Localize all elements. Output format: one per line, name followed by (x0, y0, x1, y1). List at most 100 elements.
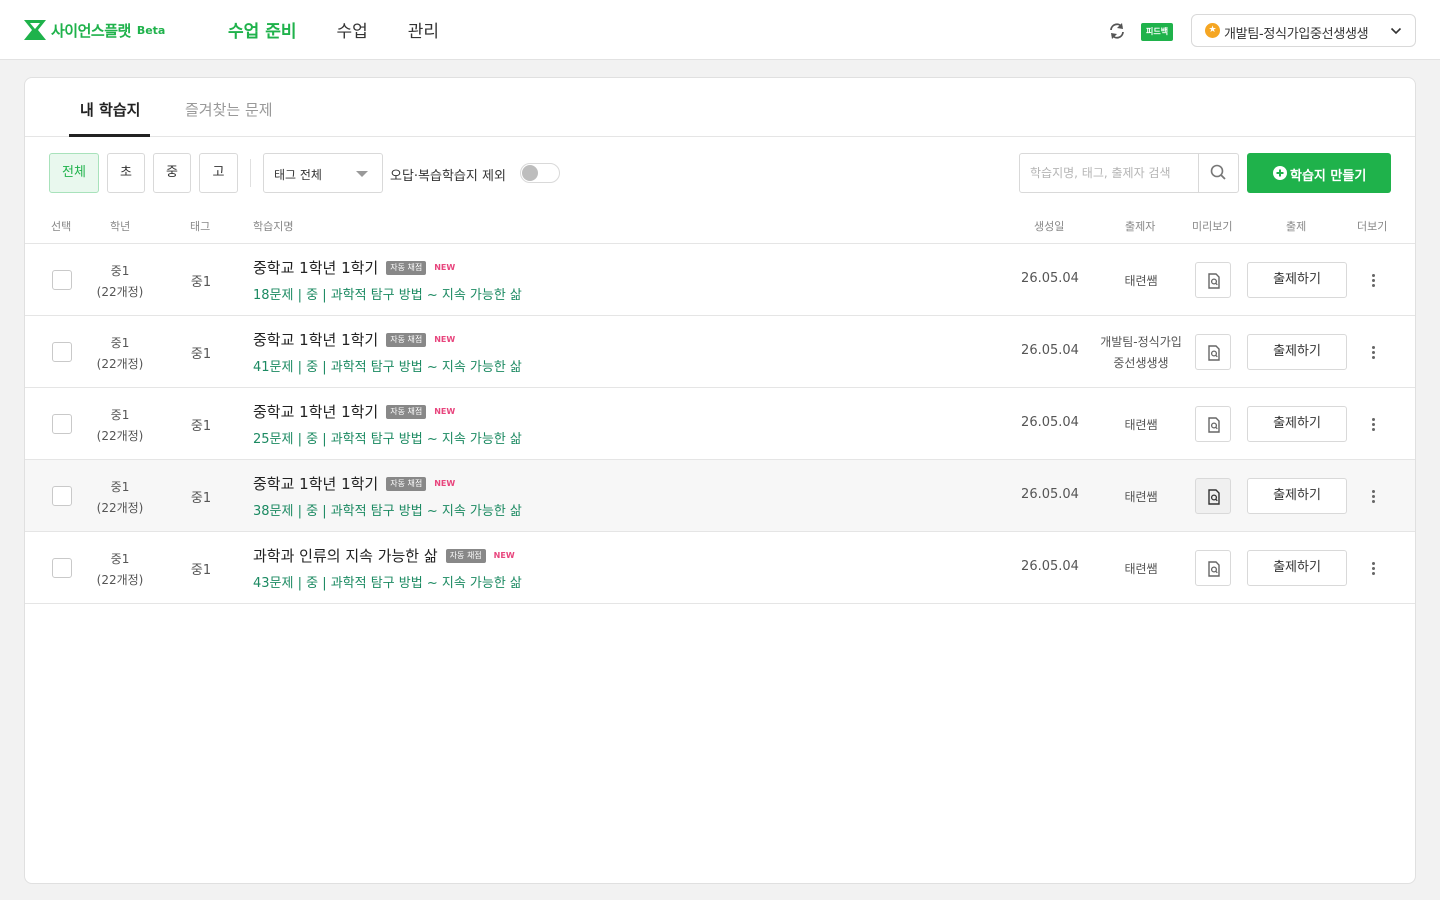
author-cell: 태련쌤 (1091, 415, 1191, 436)
level-filter-all[interactable]: 전체 (49, 153, 99, 193)
grade-curriculum: (22개정) (96, 573, 144, 587)
filter-divider (250, 159, 251, 187)
level-filter-elementary[interactable]: 초 (107, 153, 145, 193)
grade-cell: 중1 (22개정) (80, 333, 160, 375)
create-worksheet-button[interactable]: 학습지 만들기 (1247, 153, 1391, 193)
row-checkbox[interactable] (52, 414, 72, 434)
preview-button[interactable] (1195, 550, 1231, 586)
worksheet-title-line: 중학교 1학년 1학기 자동 채점 NEW (253, 401, 455, 422)
table-row: 중1 (22개정) 중1 중학교 1학년 1학기 자동 채점 NEW 18문제 … (25, 244, 1415, 316)
grade-cell: 중1 (22개정) (80, 405, 160, 447)
row-checkbox[interactable] (52, 270, 72, 290)
star-badge-icon: ★ (1205, 23, 1220, 38)
more-options-icon[interactable] (1363, 270, 1383, 290)
author-name: 태련쌤 (1124, 562, 1158, 576)
grade-curriculum: (22개정) (96, 357, 144, 371)
author-name: 태련쌤 (1124, 490, 1158, 504)
worksheet-description: 41문제 | 중 | 과학적 탐구 방법 ~ 지속 가능한 삶 (253, 360, 522, 375)
grade-cell: 중1 (22개정) (80, 477, 160, 519)
row-checkbox[interactable] (52, 342, 72, 362)
tag-select-value: 태그 전체 (274, 168, 322, 182)
new-badge: NEW (434, 263, 456, 272)
worksheet-title[interactable]: 중학교 1학년 1학기 (253, 257, 378, 278)
worksheet-title[interactable]: 중학교 1학년 1학기 (253, 473, 378, 494)
search-box (1019, 153, 1239, 193)
tab-favorite-questions[interactable]: 즐겨찾는 문제 (185, 99, 273, 120)
grade-curriculum: (22개정) (96, 501, 144, 515)
document-search-icon (1208, 561, 1220, 577)
exclude-review-label: 오답·복습학습지 제외 (390, 169, 506, 184)
row-checkbox[interactable] (52, 486, 72, 506)
toggle-knob (522, 165, 538, 181)
level-filter-middle[interactable]: 중 (153, 153, 191, 193)
exclude-review-toggle[interactable] (520, 163, 560, 183)
grade-level: 중1 (110, 480, 130, 494)
worksheet-title-line: 과학과 인류의 지속 가능한 삶 자동 채점 NEW (253, 545, 515, 566)
top-nav: 사이언스플랫 Beta 수업 준비 수업 관리 피드백 ★ 개발팀-정식가입중선… (0, 0, 1440, 60)
row-checkbox[interactable] (52, 558, 72, 578)
menu-item-prep[interactable]: 수업 준비 (228, 17, 296, 42)
worksheet-title-line: 중학교 1학년 1학기 자동 채점 NEW (253, 473, 455, 494)
author-cell: 태련쌤 (1091, 487, 1191, 508)
tag-cell: 중1 (190, 347, 212, 362)
tag-cell: 중1 (190, 491, 212, 506)
more-options-icon[interactable] (1363, 558, 1383, 578)
chevron-down-icon (1390, 27, 1402, 35)
more-options-icon[interactable] (1363, 486, 1383, 506)
tag-cell: 중1 (190, 563, 212, 578)
level-filter-high[interactable]: 고 (199, 153, 238, 193)
column-header-more: 더보기 (1357, 220, 1388, 233)
auto-grade-badge: 자동 채점 (386, 476, 427, 491)
search-button[interactable] (1198, 154, 1238, 192)
auto-grade-badge: 자동 채점 (386, 404, 427, 419)
document-search-icon (1208, 417, 1220, 433)
document-search-icon (1208, 273, 1220, 289)
assign-button[interactable]: 출제하기 (1247, 550, 1347, 586)
preview-button[interactable] (1195, 406, 1231, 442)
worksheet-description: 43문제 | 중 | 과학적 탐구 방법 ~ 지속 가능한 삶 (253, 576, 522, 591)
preview-button[interactable] (1195, 262, 1231, 298)
assign-button[interactable]: 출제하기 (1247, 334, 1347, 370)
grade-level: 중1 (110, 336, 130, 350)
tag-select[interactable]: 태그 전체 (263, 153, 383, 193)
account-select[interactable]: ★ 개발팀-정식가입중선생생생 (1191, 14, 1416, 47)
feedback-button[interactable]: 피드백 (1141, 23, 1174, 41)
create-worksheet-label: 학습지 만들기 (1290, 169, 1367, 184)
logo[interactable]: 사이언스플랫 Beta (24, 19, 165, 41)
worksheet-title[interactable]: 과학과 인류의 지속 가능한 삶 (253, 545, 438, 566)
more-options-icon[interactable] (1363, 414, 1383, 434)
menu-item-class[interactable]: 수업 (336, 17, 367, 42)
grade-cell: 중1 (22개정) (80, 549, 160, 591)
preview-button[interactable] (1195, 478, 1231, 514)
worksheet-description: 25문제 | 중 | 과학적 탐구 방법 ~ 지속 가능한 삶 (253, 432, 522, 447)
logo-icon (24, 20, 46, 40)
author-name-cont: 중선생생생 (1113, 356, 1169, 370)
column-header-select: 선택 (51, 220, 72, 233)
tag-cell: 중1 (190, 275, 212, 290)
preview-button[interactable] (1195, 334, 1231, 370)
worksheet-title[interactable]: 중학교 1학년 1학기 (253, 329, 378, 350)
author-cell: 개발팀-정식가입 중선생생생 (1091, 332, 1191, 374)
more-options-icon[interactable] (1363, 342, 1383, 362)
assign-button[interactable]: 출제하기 (1247, 262, 1347, 298)
search-input[interactable] (1020, 154, 1198, 192)
menu-item-manage[interactable]: 관리 (408, 17, 439, 42)
tab-my-worksheets[interactable]: 내 학습지 (80, 99, 140, 120)
assign-button[interactable]: 출제하기 (1247, 478, 1347, 514)
worksheet-title[interactable]: 중학교 1학년 1학기 (253, 401, 378, 422)
author-name: 태련쌤 (1124, 418, 1158, 432)
worksheet-description: 18문제 | 중 | 과학적 탐구 방법 ~ 지속 가능한 삶 (253, 288, 522, 303)
author-name: 태련쌤 (1124, 274, 1158, 288)
refresh-icon[interactable] (1106, 20, 1128, 42)
column-header-name: 학습지명 (253, 220, 294, 233)
logo-text: 사이언스플랫 (51, 21, 131, 40)
document-search-icon (1208, 345, 1220, 361)
worksheet-description: 38문제 | 중 | 과학적 탐구 방법 ~ 지속 가능한 삶 (253, 504, 522, 519)
grade-level: 중1 (110, 408, 130, 422)
created-date: 26.05.04 (1021, 271, 1079, 286)
column-header-created: 생성일 (1034, 220, 1065, 233)
worksheet-title-line: 중학교 1학년 1학기 자동 채점 NEW (253, 257, 455, 278)
plus-circle-icon (1273, 166, 1287, 180)
assign-button[interactable]: 출제하기 (1247, 406, 1347, 442)
author-cell: 태련쌤 (1091, 559, 1191, 580)
